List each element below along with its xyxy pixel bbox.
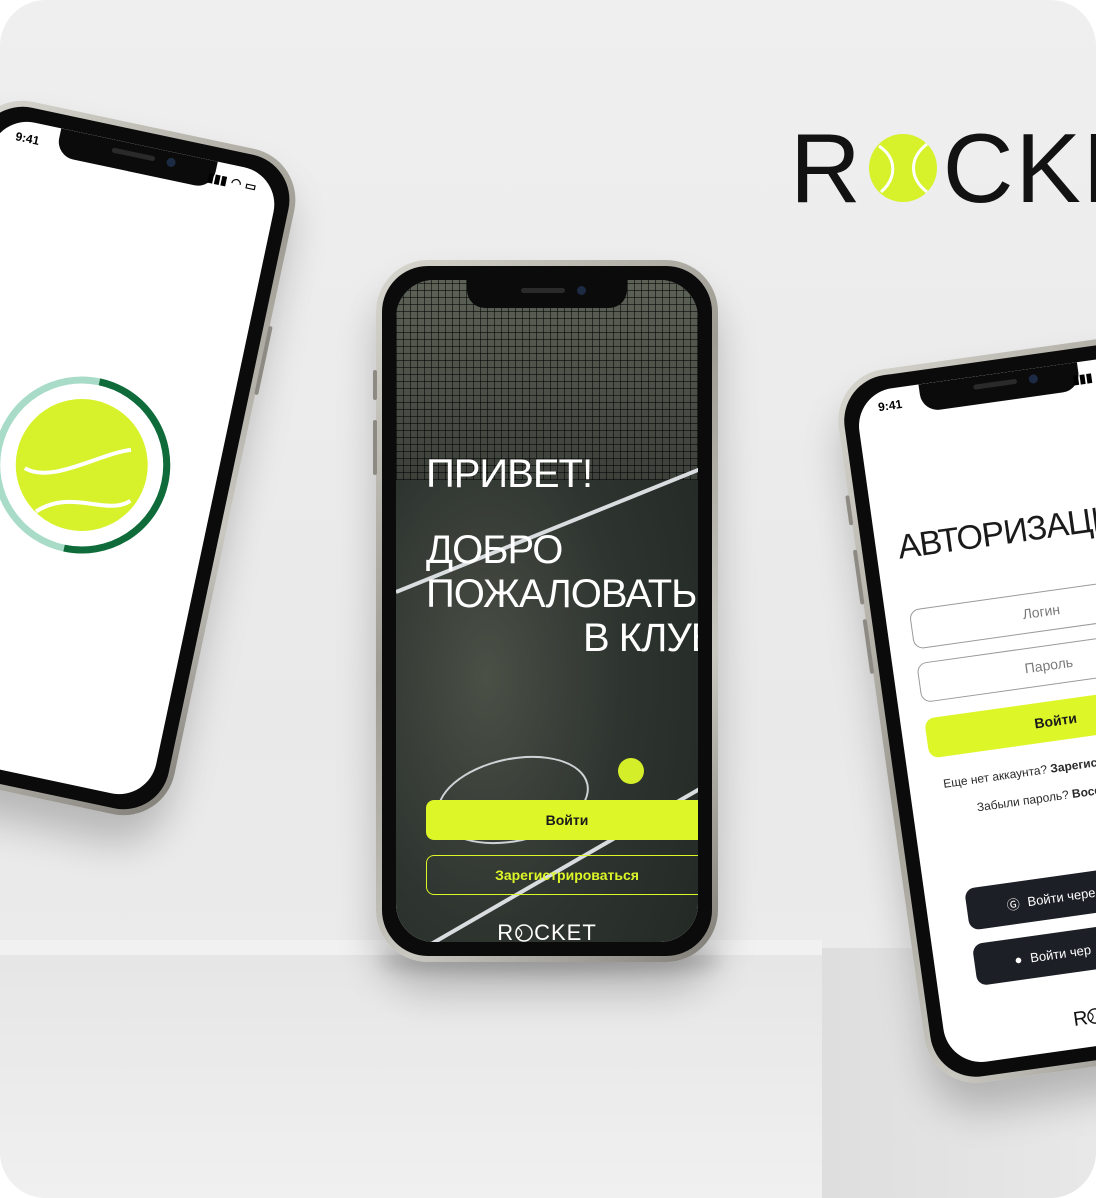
tennis-ball-icon <box>515 924 533 942</box>
footer-brand: R <box>1072 1005 1096 1032</box>
no-account-text: Еще нет аккаунта? <box>942 762 1049 791</box>
splash-logo-icon <box>0 376 171 554</box>
no-account-hint: Еще нет аккаунта? Зарегист <box>942 754 1096 790</box>
brand-letters-cket: CKET <box>942 112 1096 223</box>
bezel: ПРИВЕТ! ДОБРО ПОЖАЛОВАТЬ В КЛУБ Войти За… <box>382 266 712 956</box>
phone-welcome: ПРИВЕТ! ДОБРО ПОЖАЛОВАТЬ В КЛУБ Войти За… <box>373 260 718 962</box>
forgot-hint: Забыли пароль? Восст <box>976 782 1096 814</box>
welcome-line2: ПОЖАЛОВАТЬ <box>426 572 697 616</box>
welcome-screen: ПРИВЕТ! ДОБРО ПОЖАЛОВАТЬ В КЛУБ Войти За… <box>396 280 698 942</box>
brand-logo: R CKET <box>790 113 1096 223</box>
stage: R CKET 9:41 ▮▮▮ ◠ ▭ <box>0 0 1096 1198</box>
wifi-icon: ◠ <box>229 174 243 191</box>
google-icon: Ⓖ <box>1005 895 1021 913</box>
welcome-line1: ДОБРО <box>426 528 563 572</box>
welcome-heading: ДОБРО ПОЖАЛОВАТЬ В КЛУБ <box>426 528 698 660</box>
google-login-button[interactable]: Ⓖ Войти чере <box>964 852 1096 931</box>
tennis-net <box>396 280 698 480</box>
register-button[interactable]: Зарегистрироваться <box>426 855 698 895</box>
forgot-text: Забыли пароль? <box>975 787 1070 815</box>
greeting-heading: ПРИВЕТ! <box>426 452 593 496</box>
notch <box>467 280 627 308</box>
pedestal <box>0 955 822 1198</box>
status-time: 9:41 <box>14 129 41 148</box>
side-button <box>845 495 854 526</box>
login-input[interactable]: Логин <box>908 573 1096 650</box>
status-time: 9:41 <box>877 396 904 415</box>
restore-link[interactable]: Восст <box>1071 782 1096 801</box>
battery-icon: ▭ <box>243 177 258 195</box>
brand-letter-r: R <box>790 112 863 223</box>
tennis-ball-image <box>618 758 644 784</box>
tennis-ball-icon <box>868 134 937 202</box>
phone-splash: 9:41 ▮▮▮ ◠ ▭ <box>0 91 306 825</box>
status-bar: 9:41 ▮▮▮ ◠ ▭ <box>14 129 258 194</box>
page-title: АВТОРИЗАЦИ <box>895 498 1096 567</box>
register-link[interactable]: Зарегист <box>1049 754 1096 775</box>
splash-screen: 9:41 ▮▮▮ ◠ ▭ <box>0 114 282 802</box>
welcome-line3: В КЛУБ <box>582 616 698 660</box>
footer-brand-rest: CKET <box>534 920 597 942</box>
bezel: 9:41 ▮▮▮ ◠ ▭ <box>0 98 298 818</box>
side-button <box>373 420 377 475</box>
login-button[interactable]: Войти <box>426 800 698 840</box>
tennis-ball-icon <box>1087 1008 1096 1024</box>
signal-icon: ▮▮▮ <box>1071 370 1094 387</box>
status-icons: ▮▮▮ ◠ ▭ <box>206 170 257 194</box>
google-login-label: Войти чере <box>1026 884 1096 909</box>
side-button <box>373 370 377 400</box>
footer-brand: R CKET <box>396 920 698 942</box>
footer-brand-r: R <box>497 920 515 942</box>
signal-icon: ▮▮▮ <box>206 170 229 188</box>
apple-login-label: Войти чер <box>1029 941 1092 965</box>
apple-icon: ● <box>1013 951 1024 968</box>
